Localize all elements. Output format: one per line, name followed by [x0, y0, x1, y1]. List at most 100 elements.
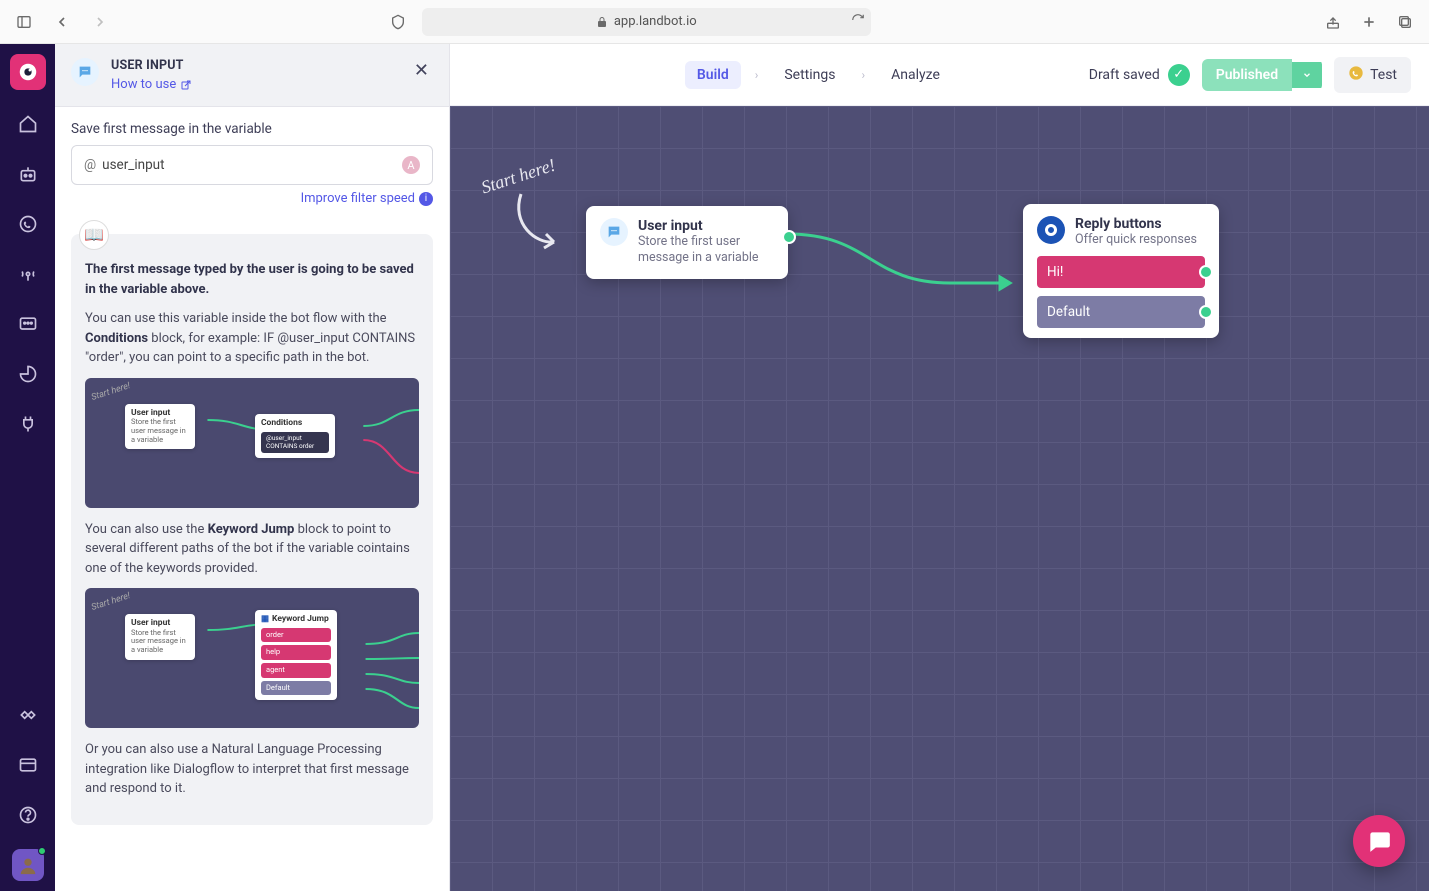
help-p2-bold: Conditions	[85, 331, 148, 346]
variable-input[interactable]: @ user_input A	[71, 145, 433, 185]
output-port[interactable]	[782, 230, 796, 244]
thumb2-ui-sub: Store the first user message in a variab…	[131, 629, 189, 655]
browser-forward-button[interactable]	[86, 8, 114, 36]
help-p2a: You can use this variable inside the bot…	[85, 311, 387, 326]
app-shell: USER INPUT How to use ✕ Save first messa…	[0, 44, 1429, 891]
improve-filter-link[interactable]: Improve filter speed i	[71, 191, 433, 206]
broadcast-icon[interactable]	[12, 258, 44, 290]
tabs-overview-icon[interactable]	[1391, 8, 1419, 36]
check-icon: ✓	[1168, 64, 1190, 86]
variable-type-badge: A	[402, 156, 420, 174]
reply-option-default[interactable]: Default	[1037, 296, 1205, 328]
panel-title: USER INPUT	[111, 58, 398, 73]
share-icon[interactable]	[1319, 8, 1347, 36]
tab-analyze[interactable]: Analyze	[879, 61, 952, 89]
test-label: Test	[1370, 67, 1397, 83]
node-subtitle: Offer quick responses	[1075, 232, 1197, 248]
external-link-icon	[180, 79, 192, 91]
side-panel: USER INPUT How to use ✕ Save first messa…	[55, 44, 450, 891]
draft-saved-indicator: Draft saved ✓	[1089, 64, 1190, 86]
thumb2-kw4: Default	[261, 681, 331, 696]
robot-icon[interactable]	[12, 158, 44, 190]
chevron-right-icon: ›	[861, 68, 865, 82]
home-icon[interactable]	[12, 108, 44, 140]
nav-rail	[0, 44, 55, 891]
whatsapp-icon	[1348, 65, 1364, 85]
analytics-icon[interactable]	[12, 358, 44, 390]
thumb2-kj-title: Keyword Jump	[272, 615, 329, 625]
how-to-use-link[interactable]: How to use	[111, 77, 192, 92]
tab-build[interactable]: Build	[685, 61, 741, 89]
thumb2-start-here: Start here!	[90, 590, 132, 615]
panel-body: Save first message in the variable @ use…	[55, 107, 449, 839]
chat-icon[interactable]	[12, 308, 44, 340]
thumb1-ui-sub: Store the first user message in a variab…	[131, 418, 189, 444]
whatsapp-icon[interactable]	[12, 208, 44, 240]
reply-label: Hi!	[1047, 264, 1063, 280]
main-area: Build › Settings › Analyze Draft saved ✓…	[450, 44, 1429, 891]
lock-icon	[596, 16, 608, 28]
draft-saved-label: Draft saved	[1089, 67, 1160, 83]
chat-bubble-icon	[71, 58, 99, 86]
help-p3a: You can also use the	[85, 522, 208, 537]
new-tab-icon[interactable]	[1355, 8, 1383, 36]
intercom-launcher[interactable]	[1353, 815, 1405, 867]
reply-label: Default	[1047, 304, 1090, 320]
reply-buttons-icon	[1037, 216, 1065, 244]
panel-header: USER INPUT How to use ✕	[55, 44, 449, 107]
shield-icon[interactable]	[384, 8, 412, 36]
user-avatar[interactable]	[12, 849, 44, 881]
info-icon: i	[419, 192, 433, 206]
thumb2-kw2: help	[261, 645, 331, 660]
help-card: 📖 The first message typed by the user is…	[71, 234, 433, 825]
field-label: Save first message in the variable	[71, 121, 433, 137]
variable-name: user_input	[102, 157, 164, 173]
at-symbol: @	[84, 157, 96, 173]
help-thumbnail-conditions: Start here! User input Store the first u…	[85, 378, 419, 508]
node-reply-buttons[interactable]: Reply buttons Offer quick responses Hi! …	[1023, 204, 1219, 338]
help-thumbnail-keyword-jump: Start here! User input Store the first u…	[85, 588, 419, 728]
help-p4: Or you can also use a Natural Language P…	[85, 740, 419, 799]
publish-label: Published	[1202, 59, 1292, 91]
sidebar-toggle-icon[interactable]	[10, 8, 38, 36]
url-bar[interactable]: app.landbot.io	[422, 8, 871, 36]
url-text: app.landbot.io	[614, 14, 697, 29]
help-p3-bold: Keyword Jump	[208, 522, 295, 537]
app-logo[interactable]	[10, 54, 46, 90]
browser-back-button[interactable]	[48, 8, 76, 36]
reload-icon[interactable]	[851, 13, 865, 31]
partnerships-icon[interactable]	[12, 699, 44, 731]
how-to-use-label: How to use	[111, 77, 176, 92]
flow-canvas[interactable]: Start here! User input Store the f	[450, 106, 1429, 891]
close-button[interactable]: ✕	[410, 58, 433, 83]
help-p1-bold: The first message typed by the user is g…	[85, 262, 414, 297]
thumb1-cond-expr: @user_input CONTAINS order	[261, 432, 329, 453]
test-button[interactable]: Test	[1334, 57, 1411, 93]
thumb2-kw1: order	[261, 628, 331, 643]
chat-bubble-icon	[600, 218, 628, 246]
book-icon: 📖	[79, 220, 109, 250]
output-port[interactable]	[1199, 305, 1213, 319]
help-icon[interactable]	[12, 799, 44, 831]
output-port[interactable]	[1199, 265, 1213, 279]
presence-dot	[38, 847, 46, 855]
node-user-input[interactable]: User input Store the first user message …	[586, 206, 788, 279]
improve-filter-label: Improve filter speed	[301, 191, 415, 206]
integrations-icon[interactable]	[12, 408, 44, 440]
node-title: Reply buttons	[1075, 216, 1197, 232]
tab-settings[interactable]: Settings	[772, 61, 847, 89]
chevron-right-icon: ›	[755, 68, 759, 82]
thumb1-start-here: Start here!	[90, 380, 132, 405]
tabs: Build › Settings › Analyze	[685, 61, 952, 89]
thumb1-cond-title: Conditions	[261, 419, 329, 429]
publish-dropdown[interactable]	[1292, 62, 1322, 88]
node-title: User input	[638, 218, 774, 234]
browser-chrome: app.landbot.io	[0, 0, 1429, 44]
templates-icon[interactable]	[12, 749, 44, 781]
reply-option-hi[interactable]: Hi!	[1037, 256, 1205, 288]
canvas-header: Build › Settings › Analyze Draft saved ✓…	[450, 44, 1429, 106]
start-here-arrow-icon	[506, 184, 566, 264]
thumb2-kw3: agent	[261, 663, 331, 678]
node-subtitle: Store the first user message in a variab…	[638, 234, 774, 267]
publish-button[interactable]: Published	[1202, 59, 1322, 91]
